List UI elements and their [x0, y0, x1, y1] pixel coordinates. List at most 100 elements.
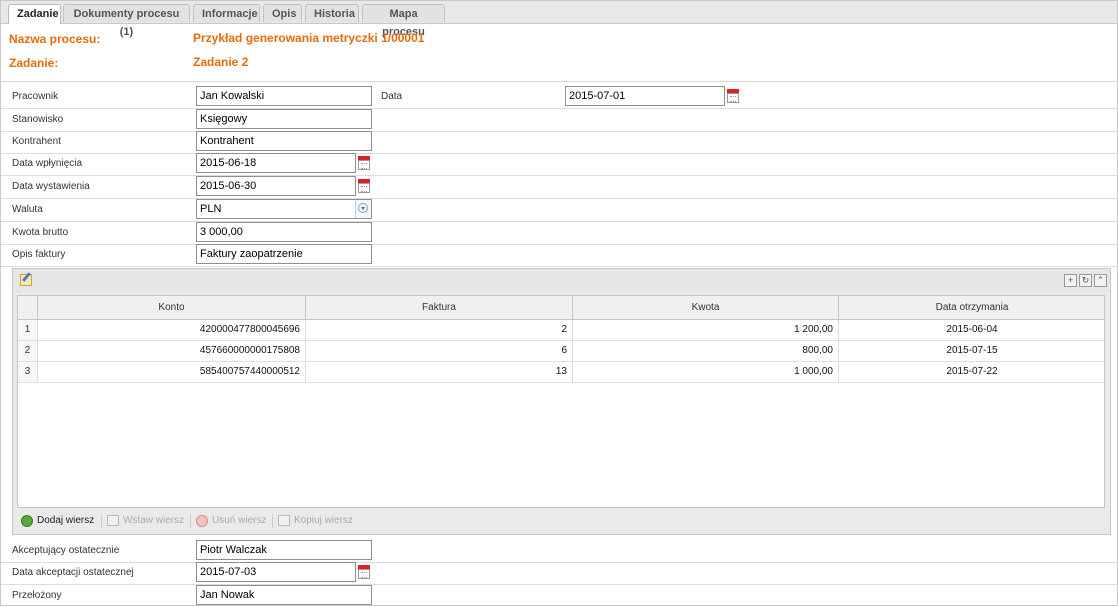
cell-data-otrzymania[interactable]: 2015-07-22	[839, 362, 1104, 382]
cell-faktura[interactable]: 2	[306, 320, 573, 340]
column-header-konto[interactable]: Konto	[38, 296, 306, 319]
refresh-icon[interactable]: ↻	[1079, 274, 1092, 287]
form-row-data-wystawienia: Data wystawienia 2015-06-30	[1, 176, 1117, 199]
data-wplyniecia-input[interactable]: 2015-06-18	[196, 153, 356, 173]
insert-row-button[interactable]: Wstaw wiersz	[105, 513, 184, 529]
delete-row-button[interactable]: Usuń wiersz	[194, 513, 266, 529]
form-row-kontrahent: Kontrahent Kontrahent	[1, 131, 1117, 154]
collapse-icon[interactable]: ⌃	[1094, 274, 1107, 287]
header-divider	[1, 81, 1117, 82]
tab-opis[interactable]: Opis	[263, 4, 302, 22]
stanowisko-label: Stanowisko	[12, 114, 64, 125]
akceptujacy-label: Akceptujący ostatecznie	[12, 545, 120, 556]
form-row-stanowisko: Stanowisko Księgowy	[1, 109, 1117, 132]
row-number: 3	[18, 362, 38, 382]
data-wystawienia-label: Data wystawienia	[12, 181, 90, 192]
przelozony-input[interactable]: Jan Nowak	[196, 585, 372, 605]
delete-row-label: Usuń wiersz	[212, 515, 267, 526]
data-wplyniecia-calendar-icon[interactable]	[357, 155, 371, 171]
task-label: Zadanie:	[9, 56, 59, 70]
grid-header: Konto Faktura Kwota Data otrzymania	[18, 296, 1104, 320]
column-header-faktura[interactable]: Faktura	[306, 296, 573, 319]
add-row-label: Dodaj wiersz	[37, 515, 95, 526]
footer-divider	[190, 514, 191, 528]
kontrahent-input[interactable]: Kontrahent	[196, 131, 372, 151]
form-row-data-wplyniecia: Data wpłynięcia 2015-06-18	[1, 153, 1117, 176]
waluta-label: Waluta	[12, 204, 43, 215]
grid-toolbar: + ↻ ⌃	[13, 269, 1110, 293]
przelozony-label: Przełożony	[12, 590, 62, 601]
task-form-window: Zadanie Dokumenty procesu (1) Informacje…	[0, 0, 1118, 606]
waluta-value: PLN	[200, 203, 222, 215]
plus-circle-icon	[21, 515, 33, 527]
grid-footer: Dodaj wiersz Wstaw wiersz Usuń wiersz Ko…	[17, 511, 1105, 530]
copy-icon	[278, 515, 290, 526]
waluta-select[interactable]: PLN	[196, 199, 372, 219]
task-value: Zadanie 2	[193, 55, 249, 69]
data-label: Data	[381, 91, 403, 102]
table-row[interactable]: 1 420000477800045696 2 1 200,00 2015-06-…	[18, 320, 1104, 341]
row-number: 1	[18, 320, 38, 340]
tab-bar: Zadanie Dokumenty procesu (1) Informacje…	[1, 1, 1117, 38]
cell-data-otrzymania[interactable]: 2015-06-04	[839, 320, 1104, 340]
cell-faktura[interactable]: 6	[306, 341, 573, 361]
opis-faktury-input[interactable]: Faktury zaopatrzenie	[196, 244, 372, 264]
form-row-data-akceptacji: Data akceptacji ostatecznej 2015-07-03	[1, 562, 1117, 585]
akceptujacy-input[interactable]: Piotr Walczak	[196, 540, 372, 560]
process-name-label: Nazwa procesu:	[9, 32, 101, 46]
cell-kwota[interactable]: 1 000,00	[573, 362, 839, 382]
cell-konto[interactable]: 420000477800045696	[38, 320, 306, 340]
copy-row-button[interactable]: Kopiuj wiersz	[276, 513, 353, 529]
table-row[interactable]: 2 457660000000175808 6 800,00 2015-07-15	[18, 341, 1104, 362]
form-row-waluta: Waluta PLN	[1, 199, 1117, 222]
cell-data-otrzymania[interactable]: 2015-07-15	[839, 341, 1104, 361]
pracownik-label: Pracownik	[12, 91, 59, 102]
tab-historia[interactable]: Historia	[305, 4, 359, 22]
edit-icon[interactable]	[20, 274, 32, 286]
tab-dokumenty-procesu[interactable]: Dokumenty procesu (1)	[63, 4, 190, 38]
cell-konto[interactable]: 457660000000175808	[38, 341, 306, 361]
kontrahent-label: Kontrahent	[12, 136, 61, 147]
chevron-down-icon[interactable]	[355, 200, 371, 218]
pracownik-input[interactable]: Jan Kowalski	[196, 86, 372, 106]
data-wystawienia-calendar-icon[interactable]	[357, 178, 371, 194]
data-akceptacji-calendar-icon[interactable]	[357, 564, 371, 580]
cell-kwota[interactable]: 800,00	[573, 341, 839, 361]
form-row-kwota-brutto: Kwota brutto 3 000,00	[1, 222, 1117, 245]
row-number: 2	[18, 341, 38, 361]
add-icon[interactable]: +	[1064, 274, 1077, 287]
form-row-przelozony: Przełożony Jan Nowak	[1, 585, 1117, 607]
data-wplyniecia-label: Data wpłynięcia	[12, 158, 83, 169]
insert-row-icon	[107, 515, 119, 526]
data-calendar-icon[interactable]	[726, 88, 740, 104]
opis-faktury-label: Opis faktury	[12, 249, 66, 260]
data-akceptacji-label: Data akceptacji ostatecznej	[12, 567, 134, 578]
form-row-pracownik: Pracownik Jan Kowalski Data 2015-07-01	[1, 86, 1117, 109]
cell-konto[interactable]: 585400757440000512	[38, 362, 306, 382]
tab-zadanie[interactable]: Zadanie	[8, 4, 61, 24]
form-row-akceptujacy: Akceptujący ostatecznie Piotr Walczak	[1, 540, 1117, 563]
minus-circle-icon	[196, 515, 208, 527]
data-wystawienia-input[interactable]: 2015-06-30	[196, 176, 356, 196]
process-name-value: Przykład generowania metryczki 1/00001	[193, 31, 425, 45]
cell-kwota[interactable]: 1 200,00	[573, 320, 839, 340]
add-row-button[interactable]: Dodaj wiersz	[19, 513, 94, 529]
column-header-kwota[interactable]: Kwota	[573, 296, 839, 319]
invoice-grid-panel: + ↻ ⌃ Konto Faktura Kwota Data otrzymani…	[12, 268, 1111, 535]
insert-row-label: Wstaw wiersz	[123, 515, 185, 526]
footer-divider	[272, 514, 273, 528]
table-row[interactable]: 3 585400757440000512 13 1 000,00 2015-07…	[18, 362, 1104, 383]
footer-divider	[101, 514, 102, 528]
form-row-opis-faktury: Opis faktury Faktury zaopatrzenie	[1, 244, 1117, 267]
copy-row-label: Kopiuj wiersz	[294, 515, 353, 526]
invoice-grid: Konto Faktura Kwota Data otrzymania 1 42…	[17, 295, 1105, 508]
column-header-data-otrzymania[interactable]: Data otrzymania	[839, 296, 1104, 319]
tab-mapa-procesu[interactable]: Mapa procesu	[362, 4, 445, 38]
kwota-brutto-input[interactable]: 3 000,00	[196, 222, 372, 242]
cell-faktura[interactable]: 13	[306, 362, 573, 382]
data-input[interactable]: 2015-07-01	[565, 86, 725, 106]
row-number-header	[18, 296, 38, 319]
stanowisko-input[interactable]: Księgowy	[196, 109, 372, 129]
data-akceptacji-input[interactable]: 2015-07-03	[196, 562, 356, 582]
tab-informacje[interactable]: Informacje	[193, 4, 260, 22]
